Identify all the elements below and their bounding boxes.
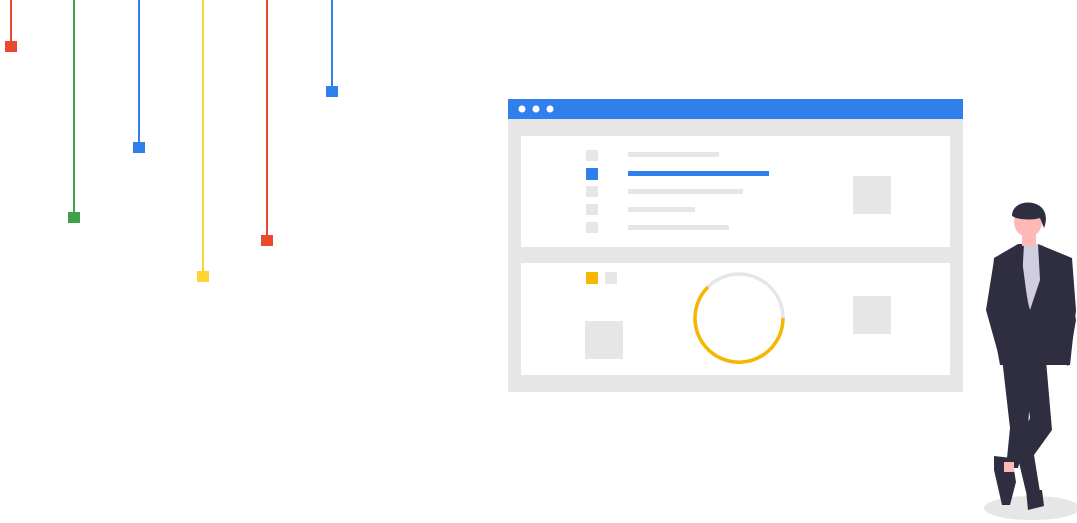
green-pendant — [68, 0, 80, 224]
list-bullet — [586, 204, 598, 215]
legend-swatch-grey — [605, 272, 617, 284]
titlebar-dot-icon — [546, 105, 554, 113]
list-bullet-active — [586, 168, 598, 180]
dashboard-window — [508, 99, 963, 392]
titlebar-dot-icon — [532, 105, 540, 113]
list-bullet — [586, 222, 598, 233]
image-placeholder — [585, 321, 623, 359]
red-pendant-2 — [261, 0, 273, 247]
list-line — [628, 152, 719, 157]
standing-man-illustration — [984, 202, 1077, 520]
legend-swatch-yellow — [586, 272, 598, 284]
pendant-tag — [261, 235, 273, 246]
list-bullet — [586, 150, 598, 161]
pendant-string — [266, 0, 268, 236]
red-pendant-1 — [5, 0, 17, 53]
yellow-pendant — [197, 0, 209, 283]
titlebar-dot-icon — [518, 105, 526, 113]
list-line — [628, 189, 743, 194]
pendant-tag — [68, 212, 80, 223]
list-line — [628, 207, 695, 212]
pendant-string — [10, 0, 12, 42]
pendant-tag — [5, 41, 17, 52]
pendant-string — [73, 0, 75, 213]
illustration-canvas — [0, 0, 1077, 523]
image-placeholder — [853, 296, 891, 334]
pendant-string — [331, 0, 333, 87]
list-bullet — [586, 186, 598, 197]
blue-pendant-1 — [133, 0, 145, 154]
pendant-tag — [133, 142, 145, 153]
blue-pendant-2 — [326, 0, 338, 98]
pendant-string — [138, 0, 140, 143]
pendant-tag — [197, 271, 209, 282]
pendant-tag — [326, 86, 338, 97]
image-placeholder — [853, 176, 891, 214]
window-titlebar — [508, 99, 963, 119]
ankle — [1004, 462, 1014, 472]
list-line — [628, 225, 729, 230]
list-line-active — [628, 171, 769, 176]
pendant-string — [202, 0, 204, 272]
